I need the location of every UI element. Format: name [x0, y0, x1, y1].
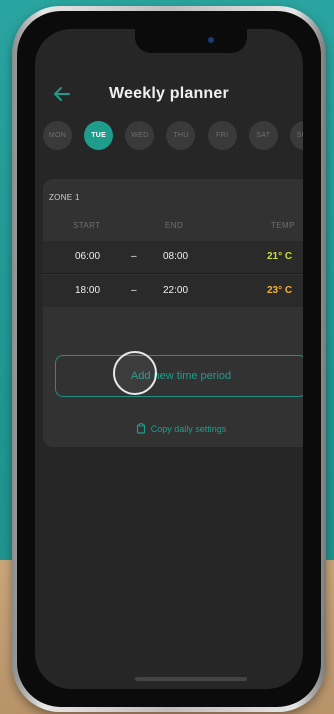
header: Weekly planner [35, 81, 303, 109]
day-tue[interactable]: TUE [84, 121, 114, 150]
day-selector: MON TUE WED THU FRI SAT SUN [43, 121, 303, 151]
column-header-start: START [73, 221, 101, 230]
row-divider [43, 273, 303, 274]
touch-indicator [113, 351, 157, 395]
phone-frame: Weekly planner MON TUE WED THU FRI SAT S… [12, 6, 326, 712]
day-thu[interactable]: THU [166, 121, 196, 150]
zone-card: ZONE 1 START END TEMP 06:00 – 08:00 21° … [43, 179, 303, 447]
day-fri[interactable]: FRI [207, 121, 237, 150]
period-temp: 23° C [267, 285, 293, 296]
copy-daily-settings-link[interactable]: Copy daily settings [43, 423, 303, 434]
period-end: 08:00 [163, 251, 189, 262]
phone-notch [135, 29, 247, 53]
add-time-period-button[interactable]: Add new time period [55, 355, 303, 397]
home-indicator [135, 677, 247, 681]
page-title: Weekly planner [109, 85, 229, 102]
clipboard-icon [136, 423, 145, 434]
period-start: 18:00 [75, 285, 101, 296]
time-period-row[interactable]: 18:00 – 22:00 23° C [43, 275, 303, 307]
period-temp: 21° C [267, 251, 293, 262]
phone-bezel: Weekly planner MON TUE WED THU FRI SAT S… [17, 11, 321, 707]
day-sun[interactable]: SUN [289, 121, 303, 150]
day-sat[interactable]: SAT [248, 121, 278, 150]
camera-icon [208, 37, 214, 43]
zone-title: ZONE 1 [49, 193, 80, 202]
day-wed[interactable]: WED [125, 121, 155, 150]
time-period-row[interactable]: 06:00 – 08:00 21° C [43, 241, 303, 273]
day-mon[interactable]: MON [43, 121, 72, 150]
column-header-end: END [165, 221, 184, 230]
app-screen: Weekly planner MON TUE WED THU FRI SAT S… [35, 29, 303, 689]
copy-daily-settings-label: Copy daily settings [150, 423, 227, 434]
period-start: 06:00 [75, 251, 101, 262]
period-dash: – [131, 285, 137, 296]
period-dash: – [131, 251, 137, 262]
column-header-temp: TEMP [271, 221, 295, 230]
period-end: 22:00 [163, 285, 189, 296]
